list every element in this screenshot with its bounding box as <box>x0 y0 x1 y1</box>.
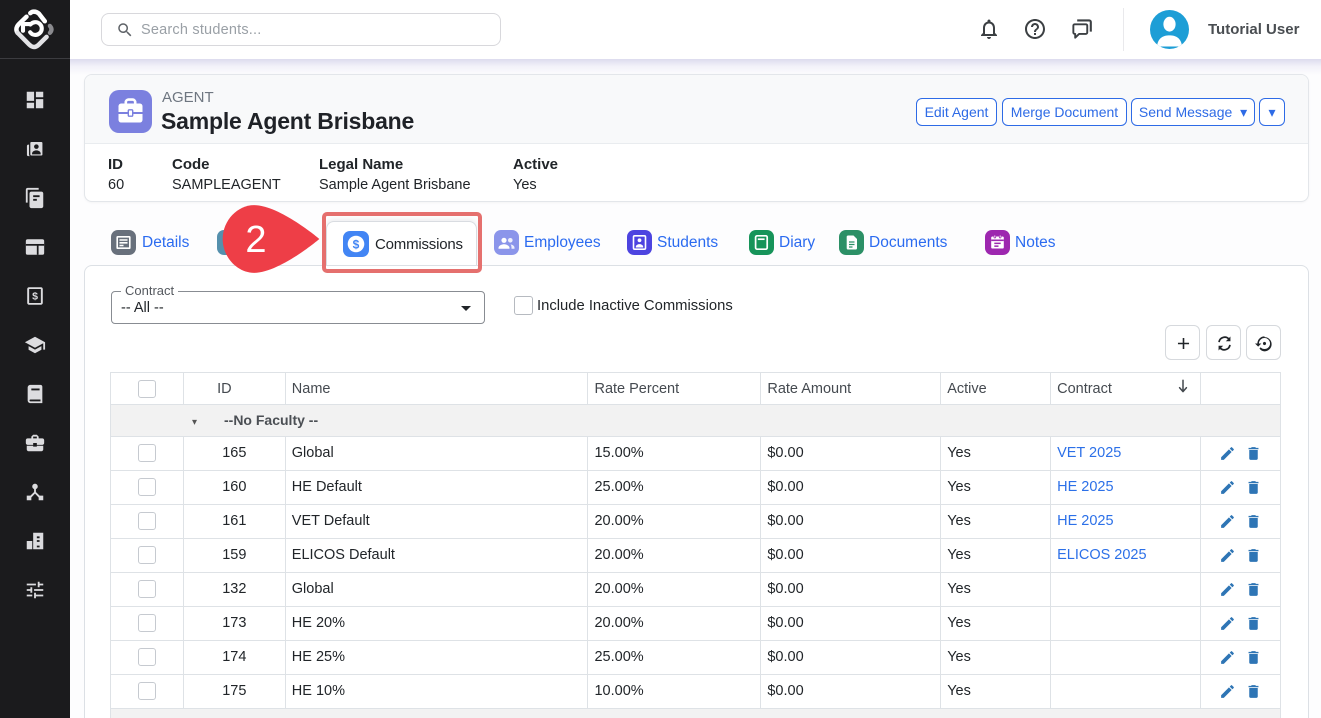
svg-text:$: $ <box>32 291 38 303</box>
